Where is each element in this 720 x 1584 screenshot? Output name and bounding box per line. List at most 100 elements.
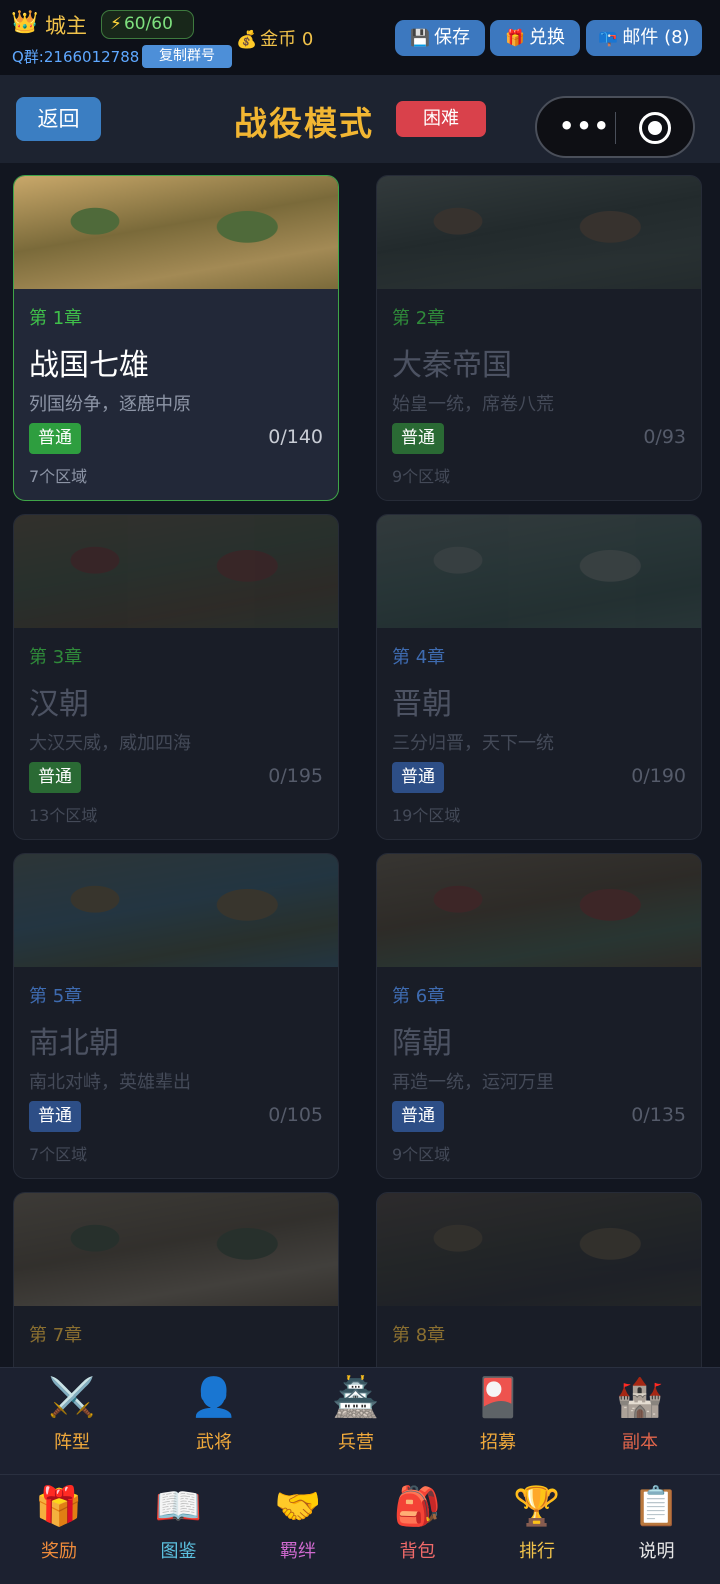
mailbox-icon: 📪 xyxy=(598,28,619,47)
chapter-progress: 0/190 xyxy=(631,765,686,787)
nav-label: 武将 xyxy=(196,1432,232,1453)
difficulty-tag: 普通 xyxy=(392,423,444,454)
crown-icon: 👑 xyxy=(11,10,39,35)
handshake-icon: 🤝 xyxy=(274,1484,322,1528)
nav-label: 排行 xyxy=(519,1541,555,1562)
chapter-name: 隋朝 xyxy=(392,1026,452,1061)
floppy-disk-icon: 💾 xyxy=(410,28,430,47)
nav-label: 说明 xyxy=(638,1541,675,1562)
person-icon: 👤 xyxy=(190,1375,238,1419)
nav-item-1[interactable]: 📖 图鉴 xyxy=(119,1483,239,1563)
chapter-progress: 0/135 xyxy=(631,1104,686,1126)
lightning-icon: ⚡ xyxy=(110,14,122,34)
region-count: 19个区域 xyxy=(392,806,461,825)
chapter-description: 始皇一统，席卷八荒 xyxy=(392,394,554,415)
nav-label: 阵型 xyxy=(54,1432,90,1453)
chapter-name: 晋朝 xyxy=(392,687,452,722)
difficulty-tag: 普通 xyxy=(29,1101,81,1132)
chapter-number: 第 2章 xyxy=(392,308,446,329)
chapter-card[interactable]: 第 5章 南北朝 南北对峙，英雄辈出 普通 0/105 7个区域 xyxy=(13,853,339,1179)
nav-item-2[interactable]: 🏯 兵营 xyxy=(296,1374,416,1454)
chapter-grid: 第 1章 战国七雄 列国纷争，逐鹿中原 普通 0/140 7个区域 第 2章 大… xyxy=(0,163,720,1367)
bottom-nav-secondary: 🎁 奖励 📖 图鉴 🤝 羁绊 🎒 背包 🏆 排行 📋 说明 xyxy=(0,1474,720,1584)
difficulty-badge[interactable]: 困难 xyxy=(396,101,486,137)
exchange-button[interactable]: 🎁 兑换 xyxy=(490,20,580,56)
gold-value: 金币 0 xyxy=(260,29,314,50)
nav-label: 羁绊 xyxy=(280,1541,316,1562)
chapter-card[interactable]: 第 2章 大秦帝国 始皇一统，席卷八荒 普通 0/93 9个区域 xyxy=(376,175,702,501)
chapter-progress: 0/105 xyxy=(268,1104,323,1126)
book-icon: 📖 xyxy=(154,1484,203,1528)
chapter-name: 大秦帝国 xyxy=(392,348,512,383)
mail-button[interactable]: 📪 邮件 (8) xyxy=(586,20,702,56)
region-count: 9个区域 xyxy=(392,467,451,486)
backpack-icon: 🎒 xyxy=(393,1484,442,1528)
close-target-icon[interactable] xyxy=(639,112,671,144)
chapter-illustration xyxy=(14,515,338,628)
back-button[interactable]: 返回 xyxy=(16,97,101,141)
nav-item-0[interactable]: 🎁 奖励 xyxy=(0,1483,119,1563)
chapter-number: 第 3章 xyxy=(29,647,83,668)
difficulty-tag: 普通 xyxy=(29,762,81,793)
page-title: 战役模式 xyxy=(234,104,374,143)
trophy-icon: 🏆 xyxy=(513,1484,561,1528)
nav-item-2[interactable]: 🤝 羁绊 xyxy=(238,1483,358,1563)
nav-label: 图鉴 xyxy=(160,1541,197,1562)
chapter-card[interactable]: 第 4章 晋朝 三分归晋，天下一统 普通 0/190 19个区域 xyxy=(376,514,702,840)
nav-item-1[interactable]: 👤 武将 xyxy=(154,1374,274,1454)
nav-item-4[interactable]: 🏆 排行 xyxy=(477,1483,597,1563)
clipboard-icon: 📋 xyxy=(632,1484,681,1528)
chapter-number: 第 4章 xyxy=(392,647,446,668)
player-name: 城主 xyxy=(45,14,87,38)
chapter-description: 南北对峙，英雄辈出 xyxy=(29,1072,191,1093)
chapter-number: 第 6章 xyxy=(392,986,446,1007)
region-count: 9个区域 xyxy=(392,1145,451,1164)
region-count: 7个区域 xyxy=(29,467,88,486)
recruit-card-icon: 🎴 xyxy=(474,1375,522,1419)
copy-group-button[interactable]: 复制群号 xyxy=(142,45,232,68)
money-bag-icon: 💰 xyxy=(236,30,258,50)
capsule-divider xyxy=(615,112,616,144)
nav-item-0[interactable]: ⚔️ 阵型 xyxy=(12,1374,132,1454)
resource-bar: 👑 城主 ⚡ 60/60 Q群:2166012788 复制群号 💰 金币 0 💾 保存… xyxy=(0,0,720,75)
nav-item-5[interactable]: 📋 说明 xyxy=(597,1483,717,1563)
save-button[interactable]: 💾 保存 xyxy=(395,20,485,56)
nav-label: 奖励 xyxy=(41,1541,77,1562)
chapter-illustration xyxy=(14,176,338,289)
chapter-card[interactable]: 第 1章 战国七雄 列国纷争，逐鹿中原 普通 0/140 7个区域 xyxy=(13,175,339,501)
difficulty-tag: 普通 xyxy=(392,762,444,793)
chapter-card[interactable]: 第 3章 汉朝 大汉天威，威加四海 普通 0/195 13个区域 xyxy=(13,514,339,840)
more-icon[interactable]: ••• xyxy=(557,112,613,142)
chapter-number: 第 1章 xyxy=(29,308,83,329)
chapter-number: 第 8章 xyxy=(392,1325,446,1346)
nav-label: 招募 xyxy=(480,1432,516,1453)
chapter-description: 再造一统，运河万里 xyxy=(392,1072,554,1093)
chapter-card[interactable]: 第 6章 隋朝 再造一统，运河万里 普通 0/135 9个区域 xyxy=(376,853,702,1179)
gift-icon: 🎁 xyxy=(505,28,525,47)
chapter-name: 汉朝 xyxy=(29,687,89,722)
chapter-card[interactable]: 第 7章 xyxy=(13,1192,339,1367)
page-header: 返回 战役模式 困难 ••• xyxy=(0,75,720,163)
chapter-illustration xyxy=(14,854,338,967)
castle-icon: 🏯 xyxy=(332,1375,380,1419)
exchange-label: 兑换 xyxy=(528,27,565,48)
nav-item-3[interactable]: 🎴 招募 xyxy=(438,1374,558,1454)
chapter-illustration xyxy=(377,1193,701,1306)
chapter-description: 三分归晋，天下一统 xyxy=(392,733,554,754)
region-count: 7个区域 xyxy=(29,1145,88,1164)
energy-value: 60/60 xyxy=(123,14,173,34)
nav-item-3[interactable]: 🎒 背包 xyxy=(358,1483,478,1563)
chapter-card[interactable]: 第 8章 xyxy=(376,1192,702,1367)
mail-label: 邮件 (8) xyxy=(622,27,690,48)
gold-display: 💰 金币 0 xyxy=(236,25,313,51)
crossed-swords-icon: ⚔️ xyxy=(48,1375,96,1419)
difficulty-tag: 普通 xyxy=(29,423,81,454)
nav-label: 背包 xyxy=(399,1541,436,1562)
chapter-illustration xyxy=(377,515,701,628)
chapter-description: 大汉天威，威加四海 xyxy=(29,733,191,754)
nav-label: 兵营 xyxy=(338,1432,374,1453)
bottom-nav-primary: ⚔️ 阵型 👤 武将 🏯 兵营 🎴 招募 🏰 副本 xyxy=(0,1367,720,1474)
nav-item-4[interactable]: 🏰 副本 xyxy=(580,1374,700,1454)
chapter-name: 战国七雄 xyxy=(29,348,149,383)
chapter-illustration xyxy=(377,854,701,967)
